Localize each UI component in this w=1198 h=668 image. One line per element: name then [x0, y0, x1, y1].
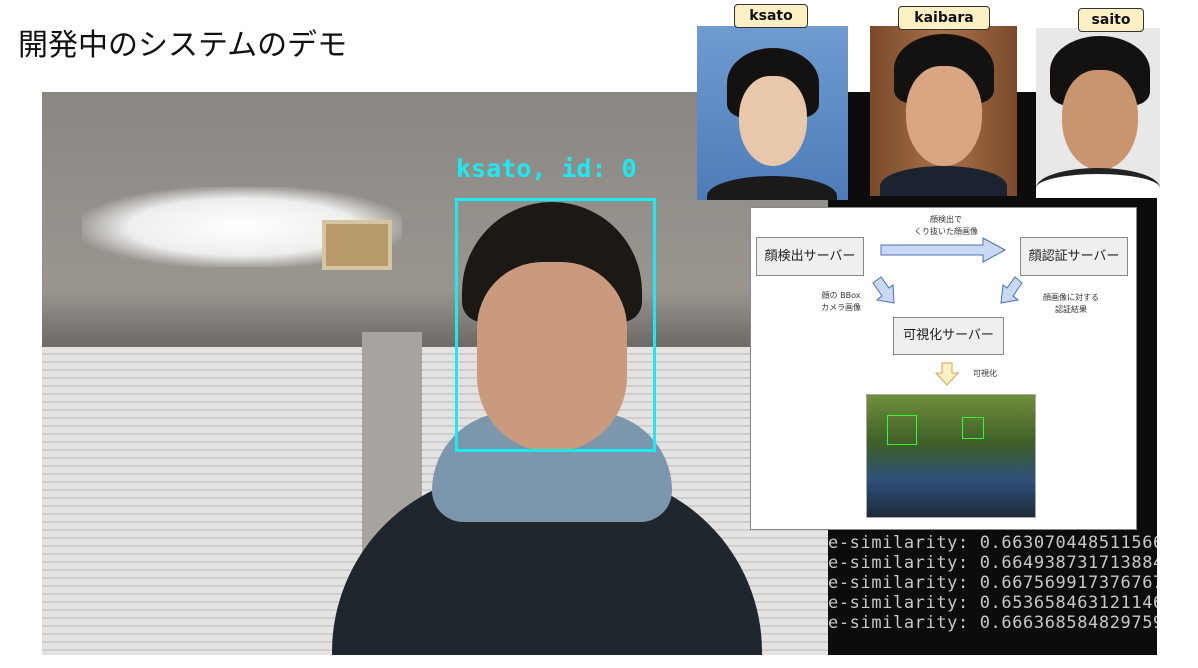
face-name-label: ksato: [734, 4, 808, 28]
terminal-line: e-similarity: 0.666368584829759.: [828, 613, 1157, 633]
architecture-diagram: 顔検出サーバー 顔認証サーバー 可視化サーバー 顔検出で くり抜いた顔画像 顔の …: [750, 207, 1137, 530]
visualization-sample-image: [866, 394, 1036, 518]
face-photo: [870, 26, 1017, 196]
arrow-down-right-icon: [872, 276, 895, 304]
face-photo: [1036, 28, 1160, 198]
terminal-line: e-similarity: 0.6675699173767677.: [828, 573, 1157, 593]
slide-title: 開発中のシステムのデモ: [18, 28, 348, 63]
ceiling-vent: [322, 220, 392, 270]
arrow-right-icon: [880, 237, 1007, 263]
terminal-line: e-similarity: 0.6649387317138846.: [828, 553, 1157, 573]
terminal-line: e-similarity: 0.6630704485115666.: [828, 533, 1157, 553]
detection-label: ksato, id: 0: [456, 154, 637, 183]
face-name-label: saito: [1078, 8, 1144, 32]
face-photo: [697, 26, 848, 200]
arrow-down-left-icon: [1000, 276, 1023, 304]
terminal-line: e-similarity: 0.6536584631211467.: [828, 593, 1157, 613]
face-name-label: kaibara: [898, 6, 990, 30]
face-bounding-box: [455, 198, 656, 452]
arrow-down-icon: [934, 362, 960, 386]
